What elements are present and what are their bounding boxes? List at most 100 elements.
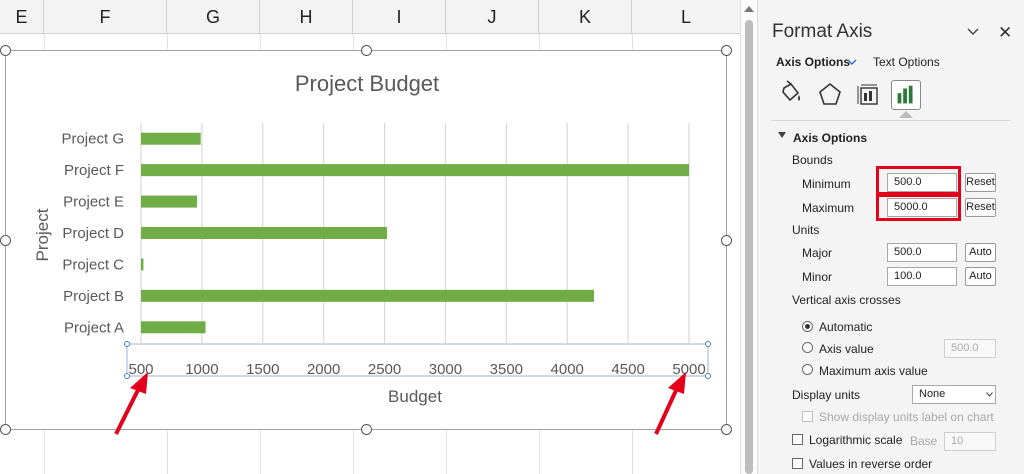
column-header-l[interactable]: L <box>632 0 740 34</box>
vertical-axis-crosses-label: Vertical axis crosses <box>792 293 901 307</box>
axis-options-bar-chart-icon[interactable] <box>891 80 921 110</box>
tab-text-options[interactable]: Text Options <box>873 55 940 69</box>
chart-title[interactable]: Project Budget <box>295 71 439 96</box>
y-category-label: Project B <box>63 288 124 305</box>
pane-divider <box>771 120 1011 121</box>
x-tick-label: 1500 <box>246 361 279 378</box>
show-units-label: Show display units label on chart <box>819 410 994 424</box>
column-header-f[interactable]: F <box>44 0 167 34</box>
bar[interactable] <box>141 227 387 239</box>
bar[interactable] <box>141 321 206 334</box>
x-tick-label: 3000 <box>429 361 462 378</box>
column-header-row: E F G H I J K L <box>0 0 740 34</box>
axis-handle[interactable] <box>124 341 130 347</box>
chevron-down-icon[interactable] <box>847 58 857 66</box>
chevron-down-icon[interactable] <box>967 26 979 38</box>
chart-resize-handle-left[interactable] <box>0 235 11 246</box>
size-properties-icon[interactable] <box>853 80 883 110</box>
checkbox-show-units-label[interactable] <box>802 411 813 422</box>
display-units-value: None <box>919 388 946 400</box>
minimum-label: Minimum <box>802 177 851 191</box>
bar[interactable] <box>141 258 144 271</box>
effects-pentagon-icon[interactable] <box>815 80 845 110</box>
y-category-label: Project A <box>64 319 124 336</box>
major-label: Major <box>802 246 833 260</box>
auto-major-button[interactable]: Auto <box>965 243 996 262</box>
y-category-label: Project G <box>61 131 124 148</box>
axis-value-field[interactable]: 500.0 <box>944 339 996 358</box>
column-header-k[interactable]: K <box>539 0 632 34</box>
close-icon[interactable]: ✕ <box>998 24 1012 41</box>
chart-resize-handle-right[interactable] <box>721 235 732 246</box>
column-header-e[interactable]: E <box>0 0 44 34</box>
x-tick-label: 3500 <box>490 361 523 378</box>
chart-resize-handle-top[interactable] <box>361 45 372 56</box>
pane-title: Format Axis <box>772 21 873 42</box>
y-category-label: Project D <box>62 225 124 242</box>
column-header-i[interactable]: I <box>353 0 446 34</box>
maximum-label: Maximum <box>802 201 855 215</box>
x-tick-label: 2000 <box>307 361 340 378</box>
logarithmic-scale-label[interactable]: Logarithmic scale <box>809 433 902 447</box>
display-units-label: Display units <box>792 388 861 402</box>
x-tick-label: 4500 <box>611 361 644 378</box>
column-header-h[interactable]: H <box>260 0 353 34</box>
chart-resize-handle-bl[interactable] <box>0 424 11 435</box>
y-axis-title[interactable]: Project <box>33 208 52 261</box>
minor-unit-field[interactable]: 100.0 <box>887 267 957 286</box>
checkbox-values-reverse-order[interactable] <box>792 458 803 469</box>
scroll-up-icon[interactable] <box>744 6 754 12</box>
checkbox-logarithmic-scale[interactable] <box>792 434 803 445</box>
chart-resize-handle-bottom[interactable] <box>361 424 372 435</box>
column-header-g[interactable]: G <box>167 0 260 34</box>
format-axis-pane: Format Axis ✕ Axis Options Text Options … <box>757 0 1024 474</box>
major-unit-field[interactable]: 500.0 <box>887 243 957 262</box>
automatic-label[interactable]: Automatic <box>819 320 872 334</box>
highlight-box-maximum <box>876 194 961 221</box>
radio-axis-value[interactable] <box>802 342 813 353</box>
selected-tab-pointer <box>899 111 913 118</box>
y-category-label: Project C <box>62 256 124 273</box>
display-units-select[interactable]: None <box>912 385 996 404</box>
axis-handle[interactable] <box>705 373 711 379</box>
bar[interactable] <box>141 164 689 177</box>
maximum-axis-value-label[interactable]: Maximum axis value <box>819 364 928 378</box>
x-tick-label: 1000 <box>185 361 218 378</box>
x-axis-title[interactable]: Budget <box>388 387 442 406</box>
chevron-down-icon <box>986 392 993 397</box>
worksheet[interactable]: E F G H I J K L Project Budget Project A… <box>0 0 740 474</box>
auto-minor-button[interactable]: Auto <box>965 267 996 286</box>
values-reverse-order-label[interactable]: Values in reverse order <box>809 457 932 471</box>
x-tick-label: 2500 <box>368 361 401 378</box>
highlight-box-minimum <box>876 166 961 195</box>
y-category-label: Project E <box>63 194 124 211</box>
collapse-triangle-icon[interactable] <box>778 132 786 138</box>
fill-line-icon[interactable] <box>775 80 805 110</box>
annotation-arrow-left <box>114 372 148 435</box>
base-field[interactable]: 10 <box>944 432 996 451</box>
chart-resize-handle-br[interactable] <box>721 424 732 435</box>
chart-resize-handle-tr[interactable] <box>721 45 732 56</box>
y-category-label: Project F <box>64 162 124 179</box>
bar[interactable] <box>141 289 595 302</box>
column-header-j[interactable]: J <box>446 0 539 34</box>
radio-automatic[interactable] <box>802 321 813 332</box>
tab-axis-options[interactable]: Axis Options <box>776 55 850 69</box>
scrollbar-thumb[interactable] <box>745 20 753 474</box>
radio-maximum-axis-value[interactable] <box>802 364 813 375</box>
minor-label: Minor <box>802 270 833 284</box>
section-axis-options-title[interactable]: Axis Options <box>793 131 867 145</box>
x-tick-label: 4000 <box>551 361 584 378</box>
chart-resize-handle-tl[interactable] <box>0 45 11 56</box>
axis-value-label[interactable]: Axis value <box>819 342 874 356</box>
base-label: Base <box>910 434 938 448</box>
units-label: Units <box>792 223 820 237</box>
axis-handle[interactable] <box>705 341 711 347</box>
bar[interactable] <box>141 195 198 208</box>
reset-maximum-button[interactable]: Reset <box>965 198 996 217</box>
reset-minimum-button[interactable]: Reset <box>965 173 996 192</box>
annotation-arrow-right <box>654 372 686 435</box>
vertical-scrollbar[interactable] <box>740 0 756 474</box>
bar[interactable] <box>141 132 201 145</box>
bounds-label: Bounds <box>792 153 833 167</box>
